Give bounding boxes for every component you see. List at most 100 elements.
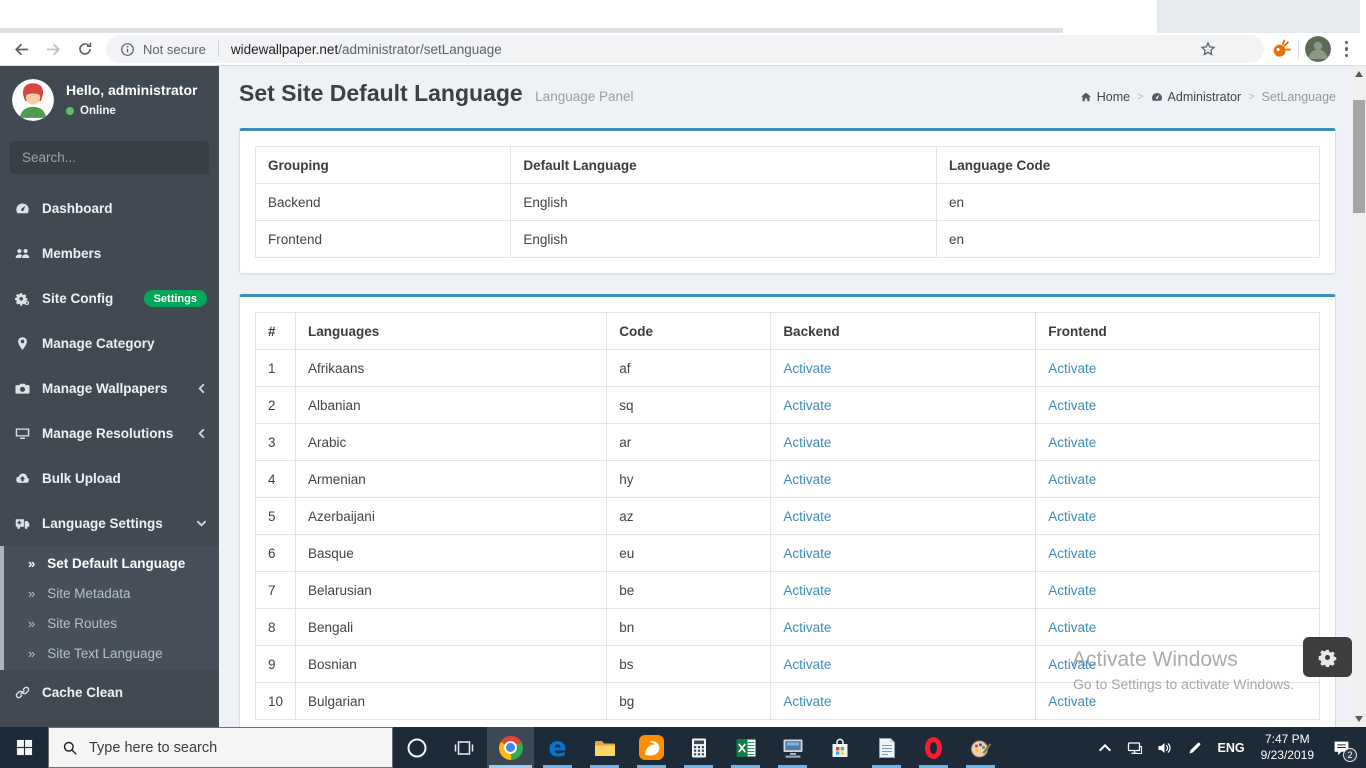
table-row: 1AfrikaansafActivateActivate [256,350,1320,387]
star-icon [1200,41,1216,57]
frontend-cell: Activate [1036,609,1320,646]
notepad-icon [875,736,899,760]
user-status: Online [66,105,197,117]
sidebar-item-label: Language Settings [42,516,163,531]
reload-button[interactable] [70,35,100,63]
settings-badge: Settings [144,290,207,307]
cortana-icon [405,736,429,760]
notepad-taskbar-button[interactable] [863,727,910,768]
paint-taskbar-button[interactable] [957,727,1004,768]
backend-activate-link[interactable]: Activate [783,620,831,635]
network-button[interactable] [1122,734,1148,762]
task-view-taskbar-button[interactable] [440,727,487,768]
frontend-activate-link[interactable]: Activate [1048,398,1096,413]
breadcrumb-item-home[interactable]: Home [1080,90,1130,104]
sidebar-subitem-site-text-language[interactable]: »Site Text Language [4,638,219,668]
edge-taskbar-button[interactable] [534,727,581,768]
page-scrollbar[interactable] [1352,66,1366,727]
profile-avatar[interactable] [1305,36,1331,62]
frontend-activate-link[interactable]: Activate [1048,509,1096,524]
cortana-taskbar-button[interactable] [393,727,440,768]
row-number-cell: 5 [256,498,296,535]
browser-toolbar: Not secure widewallpaper.net/administrat… [0,33,1366,66]
code-cell: ar [607,424,771,461]
scrollbar-thumb[interactable] [1353,100,1365,213]
column-header: Code [607,313,771,350]
sidebar-item-bulk-upload[interactable]: Bulk Upload [0,456,219,501]
address-bar[interactable]: Not secure widewallpaper.net/administrat… [106,35,1264,63]
backend-activate-link[interactable]: Activate [783,583,831,598]
url-text: widewallpaper.net/administrator/setLangu… [231,42,502,57]
extension-button[interactable] [1270,38,1292,60]
sidebar-subitem-set-default-language[interactable]: »Set Default Language [4,548,219,578]
quick-settings-button[interactable] [1303,637,1352,677]
backend-activate-link[interactable]: Activate [783,657,831,672]
opera-taskbar-button[interactable] [910,727,957,768]
frontend-activate-link[interactable]: Activate [1048,472,1096,487]
frontend-activate-link[interactable]: Activate [1048,435,1096,450]
backend-activate-link[interactable]: Activate [783,361,831,376]
volume-button[interactable] [1152,734,1178,762]
backend-activate-link[interactable]: Activate [783,694,831,709]
store-taskbar-button[interactable] [816,727,863,768]
language-cell: Armenian [296,461,607,498]
frontend-activate-link[interactable]: Activate [1048,657,1096,672]
uc-browser-taskbar-button[interactable] [628,727,675,768]
backend-activate-link[interactable]: Activate [783,509,831,524]
table-row: 5AzerbaijaniazActivateActivate [256,498,1320,535]
sidebar-item-site-config[interactable]: Site ConfigSettings [0,276,219,321]
backend-activate-link[interactable]: Activate [783,472,831,487]
frontend-cell: Activate [1036,387,1320,424]
chevron-left-icon [196,428,207,439]
taskbar-clock[interactable]: 7:47 PM 9/23/2019 [1255,732,1320,763]
remote-desktop-taskbar-button[interactable] [769,727,816,768]
action-center-button[interactable]: 2 [1324,734,1358,762]
chrome-taskbar-button[interactable] [487,727,534,768]
breadcrumb-item-administrator[interactable]: Administrator [1151,90,1242,104]
excel-taskbar-button[interactable] [722,727,769,768]
forward-button[interactable] [38,35,68,63]
sidebar-item-manage-wallpapers[interactable]: Manage Wallpapers [0,366,219,411]
chevron-left-icon [196,383,207,394]
column-header: Backend [771,313,1036,350]
main-content: Set Site Default Language Language Panel… [219,66,1366,727]
frontend-activate-link[interactable]: Activate [1048,361,1096,376]
back-button[interactable] [6,35,36,63]
camera-icon [15,381,31,396]
frontend-activate-link[interactable]: Activate [1048,546,1096,561]
bookmark-star-button[interactable] [1200,41,1216,57]
frontend-activate-link[interactable]: Activate [1048,583,1096,598]
sidebar-item-language-settings[interactable]: Language Settings [0,501,219,546]
sidebar-item-manage-category[interactable]: Manage Category [0,321,219,366]
sidebar-item-dashboard[interactable]: Dashboard [0,186,219,231]
sidebar-item-members[interactable]: Members [0,231,219,276]
taskbar-search[interactable]: Type here to search [48,727,393,768]
browser-tab[interactable] [1063,3,1157,33]
default-language-table: GroupingDefault LanguageLanguage Code Ba… [255,146,1320,258]
sidebar-item-label: Manage Category [42,336,155,351]
user-avatar [12,79,54,121]
sidebar-item-manage-resolutions[interactable]: Manage Resolutions [0,411,219,456]
start-button[interactable] [0,727,48,768]
scrollbar-up-arrow[interactable] [1355,71,1363,77]
edge-icon [548,736,566,760]
sidebar-subitem-label: Site Text Language [47,646,162,661]
tray-chevron-button[interactable] [1092,734,1118,762]
scrollbar-down-arrow[interactable] [1355,716,1363,722]
backend-activate-link[interactable]: Activate [783,546,831,561]
sidebar-subitem-site-routes[interactable]: »Site Routes [4,608,219,638]
calculator-taskbar-button[interactable] [675,727,722,768]
pen-button[interactable] [1182,734,1208,762]
task-view-icon [452,736,476,760]
sidebar-subitem-site-metadata[interactable]: »Site Metadata [4,578,219,608]
browser-menu-button[interactable] [1337,37,1357,62]
frontend-activate-link[interactable]: Activate [1048,694,1096,709]
file-explorer-taskbar-button[interactable] [581,727,628,768]
column-header: Default Language [511,147,937,184]
language-indicator[interactable]: ENG [1212,741,1251,755]
sidebar-search-input[interactable] [10,141,209,174]
backend-activate-link[interactable]: Activate [783,398,831,413]
backend-activate-link[interactable]: Activate [783,435,831,450]
sidebar-item-cache-clean[interactable]: Cache Clean [0,670,219,715]
frontend-activate-link[interactable]: Activate [1048,620,1096,635]
